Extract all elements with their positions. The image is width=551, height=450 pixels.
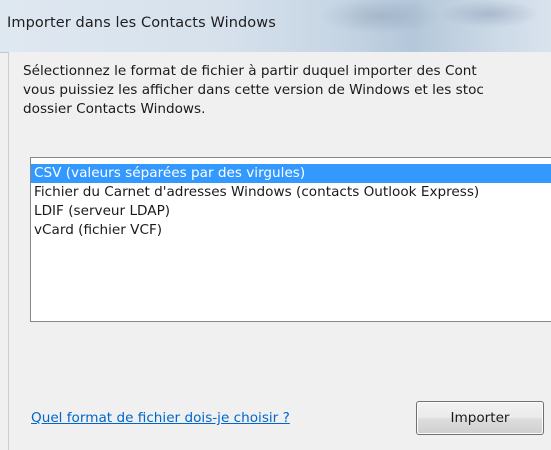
import-contacts-dialog: Importer dans les Contacts Windows Sélec… [0,0,551,450]
list-item-csv[interactable]: CSV (valeurs séparées par des virgules) [31,164,551,183]
window-title: Importer dans les Contacts Windows [7,15,276,31]
import-button[interactable]: Importer [416,401,544,435]
title-bar[interactable]: Importer dans les Contacts Windows [0,0,551,53]
list-item-wab[interactable]: Fichier du Carnet d'adresses Windows (co… [31,183,551,202]
list-item-ldif[interactable]: LDIF (serveur LDAP) [31,202,551,221]
title-bar-glass [300,0,551,52]
instruction-text: Sélectionnez le format de fichier à part… [23,63,484,117]
help-link[interactable]: Quel format de fichier dois-je choisir ? [31,410,290,426]
list-item-vcard[interactable]: vCard (fichier VCF) [31,221,551,240]
file-format-list[interactable]: CSV (valeurs séparées par des virgules) … [30,157,551,322]
